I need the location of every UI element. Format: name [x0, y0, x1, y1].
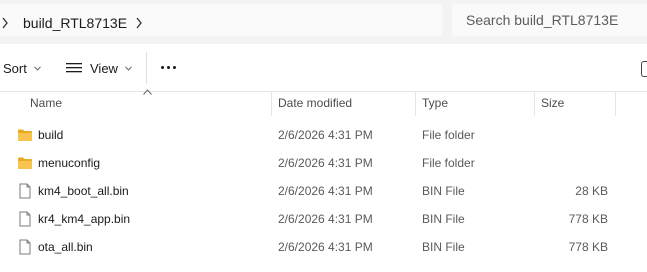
file-name: kr4_km4_app.bin — [38, 212, 131, 226]
view-label: View — [90, 60, 118, 76]
column-divider[interactable] — [271, 92, 272, 116]
file-icon — [19, 183, 31, 199]
file-type: File folder — [422, 156, 475, 170]
search-box[interactable]: Search build_RTL8713E — [452, 4, 647, 36]
file-date: 2/6/2026 4:31 PM — [278, 184, 373, 198]
column-divider[interactable] — [415, 92, 416, 116]
view-button[interactable]: View — [66, 44, 132, 92]
file-row[interactable]: kr4_km4_app.bin 2/6/2026 4:31 PM BIN Fil… — [0, 205, 647, 233]
chevron-right-icon[interactable] — [135, 17, 143, 29]
file-list: build 2/6/2026 4:31 PM File folder menuc… — [0, 121, 647, 261]
address-bar-row: build_RTL8713E Search build_RTL8713E — [0, 0, 647, 44]
sort-label: Sort — [3, 60, 27, 76]
folder-icon — [18, 157, 32, 169]
file-type: File folder — [422, 128, 475, 142]
file-icon — [19, 239, 31, 255]
chevron-down-icon — [33, 65, 41, 71]
column-divider[interactable] — [615, 92, 616, 116]
column-size[interactable]: Size — [541, 96, 564, 110]
file-size: 778 KB — [568, 240, 608, 254]
file-date: 2/6/2026 4:31 PM — [278, 156, 373, 170]
file-date: 2/6/2026 4:31 PM — [278, 212, 373, 226]
file-size: 778 KB — [568, 212, 608, 226]
breadcrumb-item[interactable]: build_RTL8713E — [23, 15, 127, 31]
file-date: 2/6/2026 4:31 PM — [278, 240, 373, 254]
sort-ascending-icon — [143, 89, 152, 95]
file-row[interactable]: km4_boot_all.bin 2/6/2026 4:31 PM BIN Fi… — [0, 177, 647, 205]
toolbar-divider — [146, 52, 147, 84]
chevron-right-icon[interactable] — [1, 17, 9, 29]
file-type: BIN File — [422, 184, 465, 198]
file-type: BIN File — [422, 212, 465, 226]
file-row[interactable]: ota_all.bin 2/6/2026 4:31 PM BIN File 77… — [0, 233, 647, 261]
file-name: build — [38, 128, 64, 142]
file-row[interactable]: menuconfig 2/6/2026 4:31 PM File folder — [0, 149, 647, 177]
sort-button[interactable]: Sort — [3, 44, 41, 92]
folder-icon — [18, 129, 32, 141]
file-icon — [19, 211, 31, 227]
file-row[interactable]: build 2/6/2026 4:31 PM File folder — [0, 121, 647, 149]
file-name: km4_boot_all.bin — [38, 184, 129, 198]
file-type: BIN File — [422, 240, 465, 254]
address-bar[interactable]: build_RTL8713E — [0, 4, 443, 36]
chevron-down-icon — [125, 65, 132, 71]
more-options-icon[interactable] — [161, 66, 176, 69]
details-pane-icon[interactable] — [641, 61, 647, 77]
file-name: menuconfig — [38, 156, 101, 170]
column-divider[interactable] — [534, 92, 535, 116]
column-header-row: Name Date modified Type Size — [0, 89, 647, 116]
file-size: 28 KB — [575, 184, 608, 198]
view-list-icon — [66, 63, 82, 73]
command-bar: Sort View — [0, 44, 647, 92]
column-date-modified[interactable]: Date modified — [278, 96, 352, 110]
file-name: ota_all.bin — [38, 240, 93, 254]
search-input[interactable]: Search build_RTL8713E — [466, 12, 618, 28]
file-date: 2/6/2026 4:31 PM — [278, 128, 373, 142]
column-type[interactable]: Type — [422, 96, 448, 110]
column-name[interactable]: Name — [30, 96, 62, 110]
